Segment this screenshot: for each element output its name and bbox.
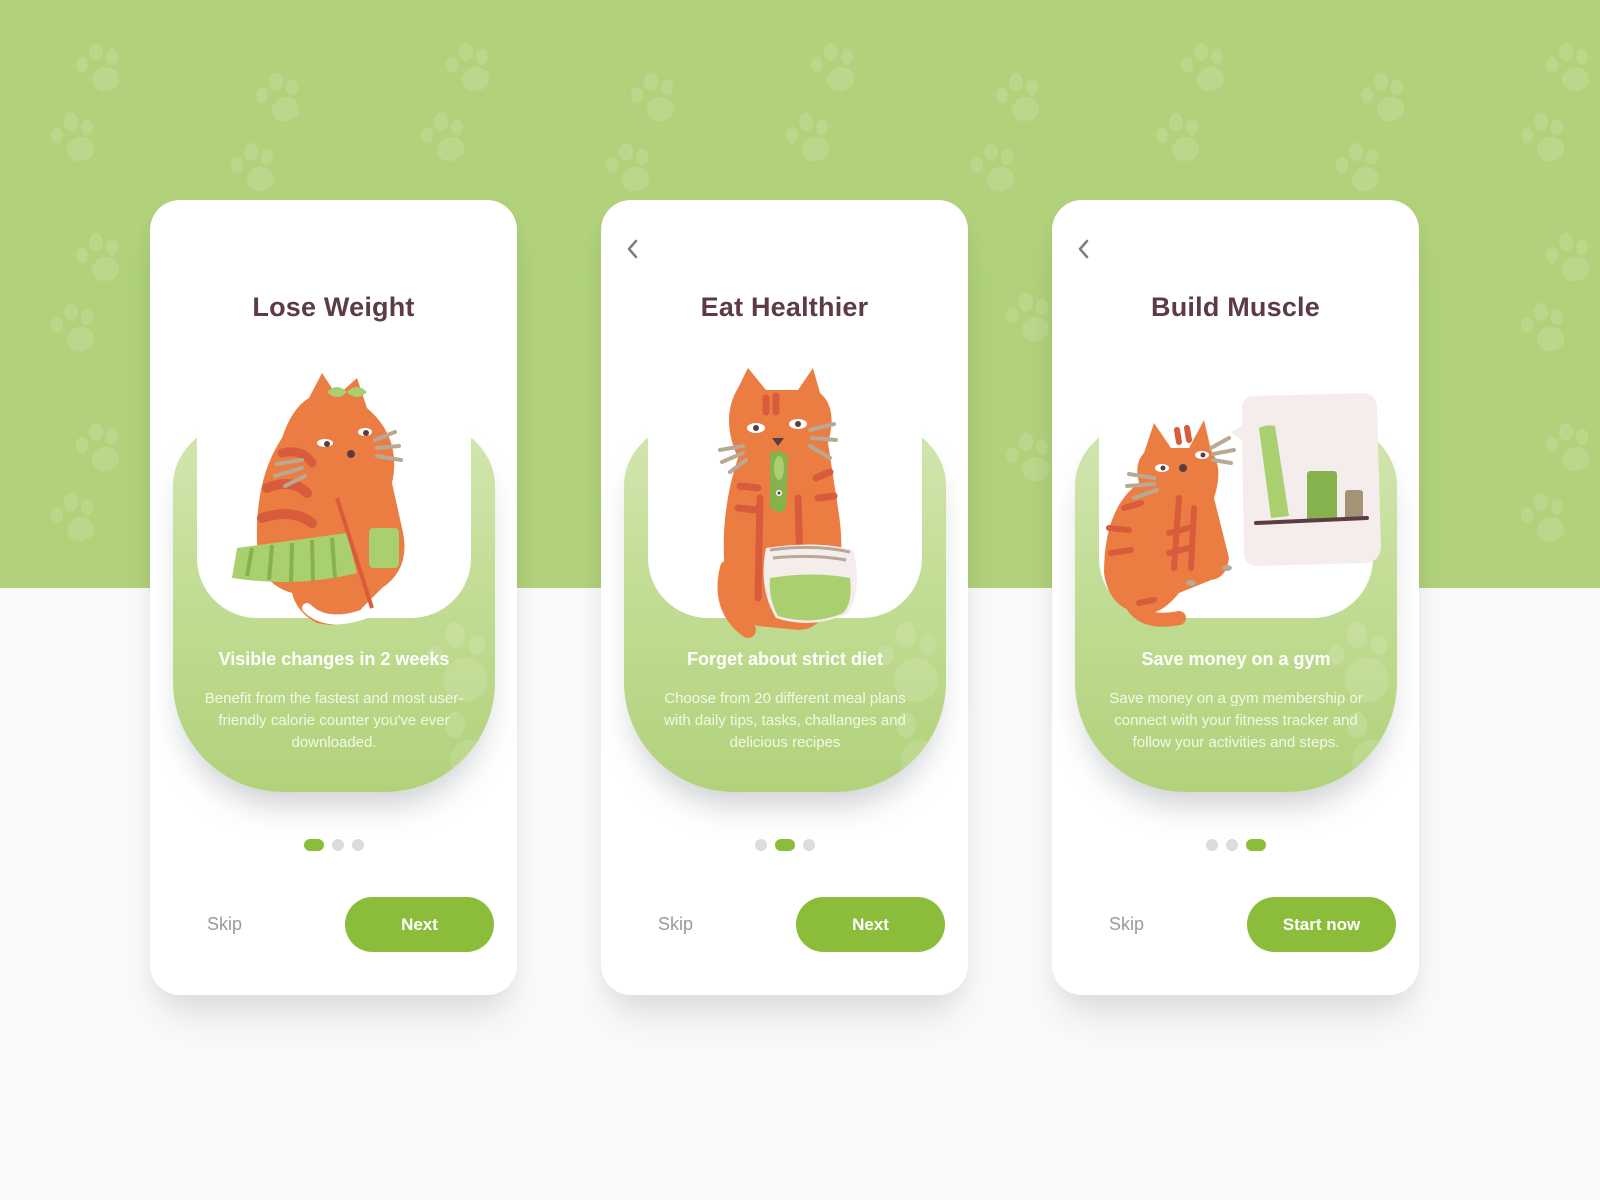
paw-print-icon — [70, 420, 134, 484]
paw-print-icon — [625, 70, 689, 134]
page-dot-3-active[interactable] — [1245, 839, 1266, 851]
next-button[interactable]: Next — [796, 897, 945, 952]
paw-print-icon — [225, 140, 289, 204]
paw-print-icon — [780, 110, 844, 174]
chevron-left-icon — [627, 239, 638, 259]
page-dot-2[interactable] — [331, 839, 344, 851]
paw-print-icon — [70, 40, 134, 104]
paw-print-icon — [600, 140, 664, 204]
paw-print-icon — [45, 490, 109, 554]
page-dot-3[interactable] — [351, 839, 364, 851]
paw-print-icon — [415, 110, 479, 174]
paw-print-icon — [1330, 140, 1394, 204]
page-dot-1[interactable] — [754, 839, 767, 851]
page-dot-2-active[interactable] — [774, 839, 795, 851]
paw-print-icon — [1355, 70, 1419, 134]
screen-description: Save money on a gym membership or connec… — [1109, 690, 1363, 751]
page-dot-2[interactable] — [1225, 839, 1238, 851]
chevron-left-icon — [1078, 239, 1089, 259]
cat-with-bar-chart-illustration — [1099, 368, 1381, 630]
paw-print-icon — [45, 300, 109, 364]
back-button[interactable] — [621, 236, 643, 262]
onboarding-card-lose-weight: Visible changes in 2 weeks Benefit from … — [150, 200, 517, 995]
illustration-frame — [1099, 393, 1381, 627]
page-dot-1[interactable] — [1205, 839, 1218, 851]
page-indicator — [150, 839, 517, 851]
skip-button[interactable]: Skip — [207, 914, 242, 935]
paw-print-icon — [1515, 300, 1579, 364]
paw-print-icon — [1150, 110, 1214, 174]
paw-print-icon — [1515, 490, 1579, 554]
page-dot-3[interactable] — [802, 839, 815, 851]
page-indicator — [1052, 839, 1419, 851]
paw-print-icon — [440, 40, 504, 104]
paw-print-icon — [1540, 230, 1600, 294]
onboarding-card-eat-healthier: Forget about strict diet Choose from 20 … — [601, 200, 968, 995]
paw-print-icon — [1515, 110, 1579, 174]
screen-subtitle: Forget about strict diet — [686, 649, 883, 669]
back-button[interactable] — [1072, 236, 1094, 262]
screen-description: Choose from 20 different meal plans with… — [664, 690, 906, 751]
screen-subtitle: Save money on a gym — [1141, 649, 1331, 669]
screen-description: Benefit from the fastest and most user-f… — [204, 690, 464, 751]
paw-print-icon — [1540, 420, 1600, 484]
skip-button[interactable]: Skip — [658, 914, 693, 935]
screen-title: Eat Healthier — [700, 292, 869, 322]
cat-in-skirt-illustration — [197, 368, 471, 630]
paw-print-icon — [965, 140, 1029, 204]
start-now-button[interactable]: Start now — [1247, 897, 1396, 952]
paw-print-icon — [1540, 40, 1600, 104]
illustration-frame — [197, 373, 471, 625]
paw-print-icon — [805, 40, 869, 104]
paw-print-icon — [250, 70, 314, 134]
illustration-frame — [648, 368, 922, 638]
screen-title: Lose Weight — [252, 292, 415, 322]
paw-print-icon — [1175, 40, 1239, 104]
paw-print-icon — [45, 110, 109, 174]
next-button[interactable]: Next — [345, 897, 494, 952]
cat-with-fish-and-bowl-illustration — [648, 368, 922, 638]
screen-title: Build Muscle — [1151, 292, 1320, 322]
page-dot-1-active[interactable] — [303, 839, 324, 851]
page-indicator — [601, 839, 968, 851]
screen-subtitle: Visible changes in 2 weeks — [218, 649, 450, 669]
onboarding-card-build-muscle: Save money on a gym Save money on a gym … — [1052, 200, 1419, 995]
paw-print-icon — [70, 230, 134, 294]
paw-print-icon — [990, 70, 1054, 134]
skip-button[interactable]: Skip — [1109, 914, 1144, 935]
